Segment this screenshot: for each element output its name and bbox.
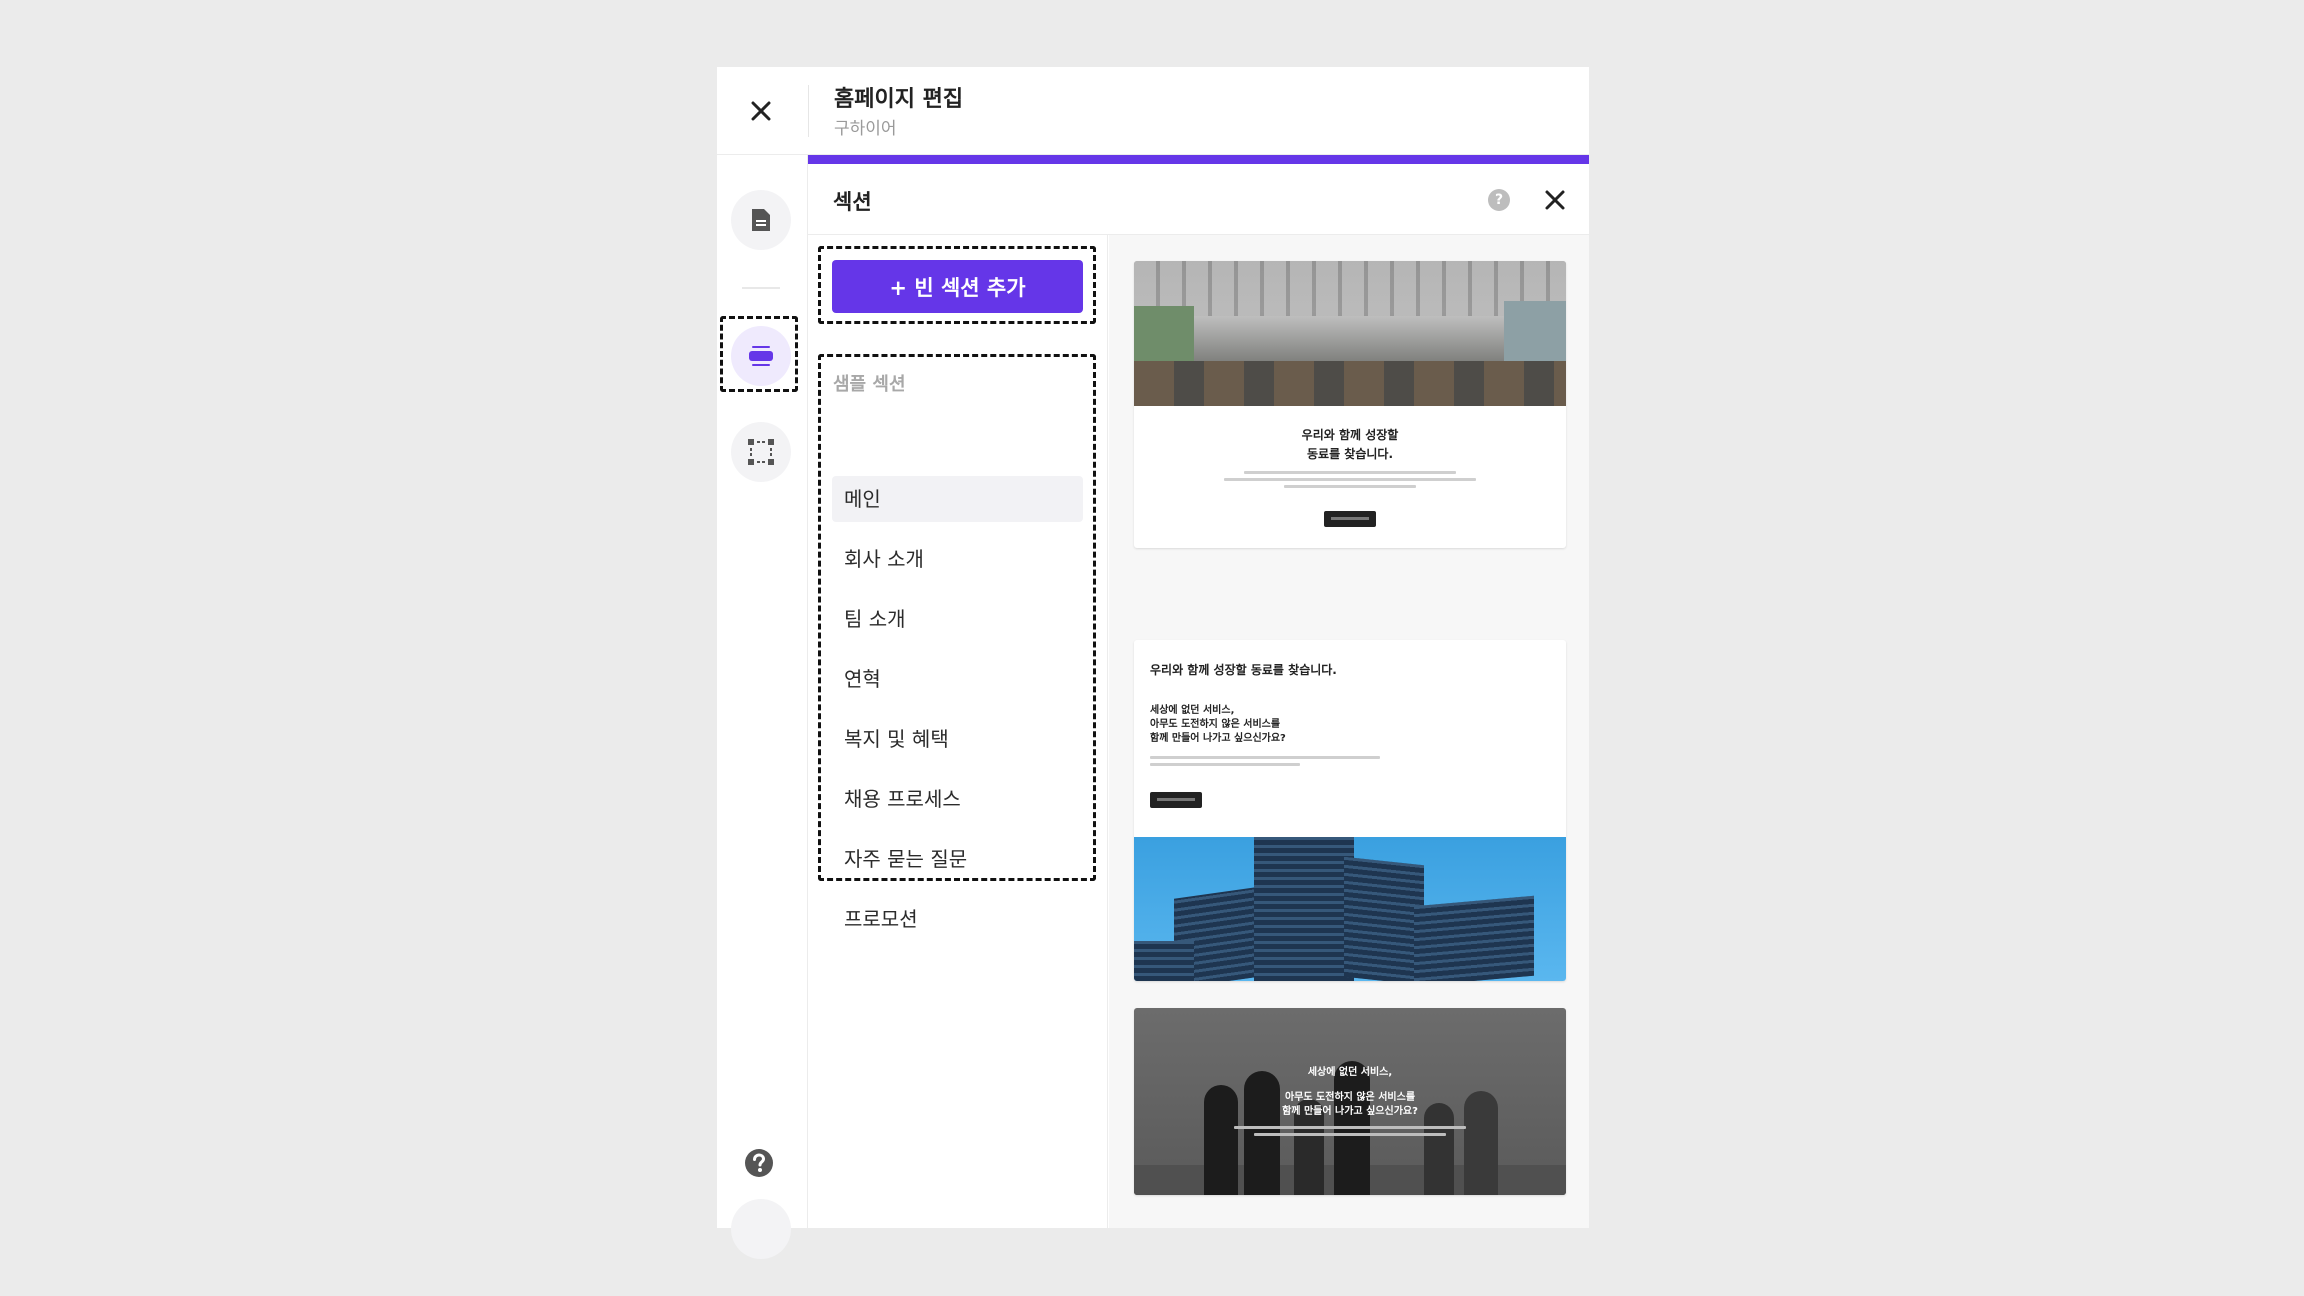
- section-help-icon[interactable]: ?: [1488, 189, 1510, 211]
- rail-divider: [742, 287, 780, 289]
- preview-mini-button: [1324, 511, 1376, 527]
- close-section-panel-icon[interactable]: [1541, 186, 1569, 214]
- sample-section-item[interactable]: 팀 소개: [832, 596, 1083, 642]
- help-icon[interactable]: [744, 1148, 774, 1178]
- preview-card-main-2[interactable]: 우리와 함께 성장할 동료를 찾습니다. 세상에 없던 서비스, 아무도 도전하…: [1134, 640, 1566, 981]
- preview-mini-button: [1150, 792, 1202, 808]
- editor-subtitle: 구하이어: [834, 119, 897, 139]
- rail-help-button[interactable]: [731, 1199, 791, 1259]
- sample-section-item[interactable]: 채용 프로세스: [832, 776, 1083, 822]
- preview-team-line-1: 세상에 없던 서비스,: [1307, 1067, 1393, 1078]
- rail-sections-button[interactable]: [731, 326, 791, 386]
- section-icon: [749, 346, 773, 366]
- sample-section-item[interactable]: 연혁: [832, 656, 1083, 702]
- close-editor-icon[interactable]: [745, 95, 777, 127]
- office-photo: [1134, 261, 1566, 406]
- editor-header: 홈페이지 편집 구하이어: [717, 67, 1589, 155]
- add-empty-section-button[interactable]: + 빈 섹션 추가: [832, 260, 1083, 313]
- section-panel-title: 섹션: [833, 190, 872, 214]
- preview-heading: 우리와 함께 성장할 동료를 찾습니다.: [1150, 663, 1337, 677]
- section-panel-header: 섹션 ?: [808, 164, 1589, 235]
- sample-section-item[interactable]: 회사 소개: [832, 536, 1083, 582]
- preview-card-main-3[interactable]: 세상에 없던 서비스, 아무도 도전하지 않은 서비스를 함께 만들어 나가고 …: [1134, 1008, 1566, 1195]
- sample-section-item[interactable]: 메인: [832, 476, 1083, 522]
- editor-title: 홈페이지 편집: [834, 87, 964, 112]
- preview-team-line-3: 함께 만들어 나가고 싶으신가요?: [1282, 1106, 1418, 1117]
- accent-bar: [808, 155, 1589, 164]
- document-icon: [752, 209, 770, 231]
- homepage-editor-panel: 홈페이지 편집 구하이어 섹션 ? + 빈 섹션 추가 샘플 섹션 메인 회사 …: [717, 67, 1589, 1259]
- section-list-column: + 빈 섹션 추가 샘플 섹션 메인 회사 소개 팀 소개 연혁 복지 및 혜택…: [808, 235, 1108, 1228]
- preview-headline-2: 동료를 찾습니다.: [1306, 447, 1394, 461]
- preview-sub-2: 아무도 도전하지 않은 서비스를: [1150, 719, 1281, 730]
- preview-card-main-1[interactable]: 우리와 함께 성장할 동료를 찾습니다.: [1134, 261, 1566, 548]
- element-icon: [748, 439, 774, 465]
- preview-team-line-2: 아무도 도전하지 않은 서비스를: [1284, 1092, 1416, 1103]
- section-preview-column: 우리와 함께 성장할 동료를 찾습니다. 우리와 함께 성장할 동료를 찾습니다…: [1109, 235, 1589, 1228]
- sample-section-item[interactable]: 복지 및 혜택: [832, 716, 1083, 762]
- preview-headline-1: 우리와 함께 성장할: [1301, 428, 1399, 442]
- header-divider: [808, 85, 809, 137]
- rail-elements-button[interactable]: [731, 422, 791, 482]
- building-photo: [1134, 837, 1566, 981]
- preview-sub-3: 함께 만들어 나가고 싶으신가요?: [1150, 733, 1286, 744]
- sample-section-item[interactable]: 자주 묻는 질문: [832, 836, 1083, 882]
- sample-sections-label: 샘플 섹션: [833, 374, 906, 395]
- rail-pages-button[interactable]: [731, 190, 791, 250]
- sample-section-item[interactable]: 프로모션: [832, 896, 1083, 942]
- preview-sub-1: 세상에 없던 서비스,: [1150, 705, 1235, 716]
- icon-rail: [717, 155, 808, 1259]
